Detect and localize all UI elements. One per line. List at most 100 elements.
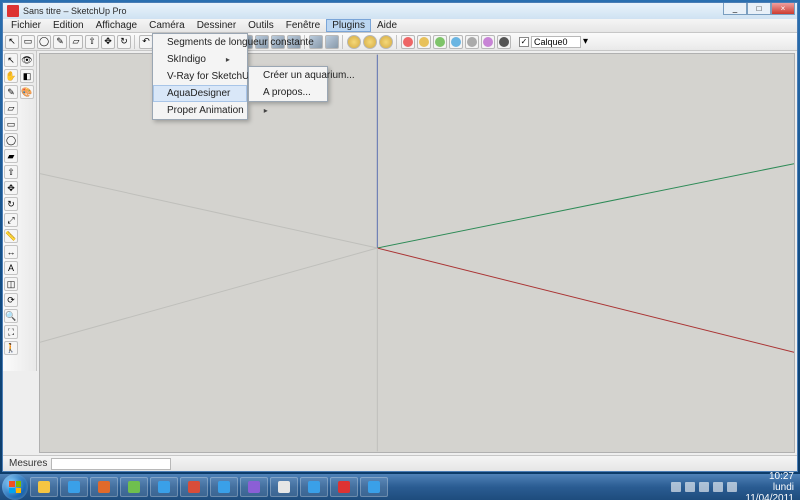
menu-affichage[interactable]: Affichage [90, 19, 144, 32]
swatch-icon[interactable] [417, 35, 431, 49]
taskbar-app-button[interactable] [120, 477, 148, 497]
submenu-item-create-aquarium[interactable]: Créer un aquarium... [249, 67, 327, 84]
toolbar-separator [396, 35, 398, 49]
taskbar-app-icon [68, 481, 80, 493]
window-title: Sans titre – SketchUp Pro [23, 6, 127, 16]
tool-line-icon[interactable]: ✎ [4, 85, 18, 99]
tool-look-icon[interactable]: 👁 [20, 53, 34, 67]
taskbar-clock[interactable]: 10:27 lundi 11/04/2011 [745, 471, 794, 500]
tool-circle-icon[interactable]: ◯ [4, 133, 18, 147]
swatch-icon[interactable] [465, 35, 479, 49]
tool-move-icon[interactable]: ✥ [4, 181, 18, 195]
plugin-item-segments[interactable]: Segments de longueur constante [153, 34, 247, 51]
tool-rotate-icon[interactable]: ↻ [117, 35, 131, 49]
submenu-item-about[interactable]: A propos... [249, 84, 327, 101]
tool-eraser-icon[interactable]: ▱ [69, 35, 83, 49]
plugin-item-skindigo[interactable]: SkIndigo ▸ [153, 51, 247, 68]
tool-eraser-icon[interactable]: ▱ [4, 101, 18, 115]
taskbar-app-button[interactable] [330, 477, 358, 497]
layer-visible-checkbox[interactable]: ✓ [519, 37, 529, 47]
tray-icon[interactable] [671, 482, 681, 492]
plugins-dropdown: Segments de longueur constante SkIndigo … [152, 33, 248, 120]
minimize-button[interactable]: _ [723, 3, 747, 15]
tray-network-icon[interactable] [713, 482, 723, 492]
vray-rt-icon[interactable] [379, 35, 393, 49]
menu-outils[interactable]: Outils [242, 19, 280, 32]
tool-line-icon[interactable]: ✎ [53, 35, 67, 49]
swatch-icon[interactable] [433, 35, 447, 49]
tool-move-icon[interactable]: ✥ [101, 35, 115, 49]
layer-selector[interactable]: ✓ ▾ [519, 36, 588, 48]
taskbar-app-button[interactable] [60, 477, 88, 497]
plugin-item-aquadesigner[interactable]: AquaDesigner ▸ [153, 85, 247, 102]
taskbar-app-icon [158, 481, 170, 493]
tool-scale-icon[interactable]: ⤢ [4, 213, 18, 227]
taskbar-app-icon [368, 481, 380, 493]
layer-name-input[interactable] [531, 36, 581, 48]
tool-text-icon[interactable]: A [4, 261, 18, 275]
taskbar-app-button[interactable] [150, 477, 178, 497]
menu-fenetre[interactable]: Fenêtre [280, 19, 326, 32]
taskbar-app-button[interactable] [210, 477, 238, 497]
tool-walk-icon[interactable]: 🚶 [4, 341, 18, 355]
taskbar-app-button[interactable] [270, 477, 298, 497]
swatch-icon[interactable] [481, 35, 495, 49]
measure-input[interactable] [51, 458, 171, 470]
taskbar-app-button[interactable] [300, 477, 328, 497]
tool-dim-icon[interactable]: ↔ [4, 245, 18, 259]
tool-circle-icon[interactable]: ◯ [37, 35, 51, 49]
start-button[interactable] [2, 474, 28, 500]
tool-push-icon[interactable]: ⇧ [85, 35, 99, 49]
taskbar-app-button[interactable] [360, 477, 388, 497]
tool-rect-icon[interactable]: ▭ [4, 117, 18, 131]
clock-day: lundi [745, 482, 794, 493]
tool-orbit-icon[interactable]: ⟳ [4, 293, 18, 307]
style-wire-icon[interactable] [325, 35, 339, 49]
menu-plugins[interactable]: Plugins [326, 19, 371, 32]
tool-tape-icon[interactable]: 📏 [4, 229, 18, 243]
swatch-icon[interactable] [401, 35, 415, 49]
taskbar-app-button[interactable] [90, 477, 118, 497]
taskbar-app-icon [188, 481, 200, 493]
tool-component-icon[interactable]: ◧ [20, 69, 34, 83]
top-toolbar: ↖ ▭ ◯ ✎ ▱ ⇧ ✥ ↻ ↶ ↷ [3, 33, 797, 51]
tool-zoom-extents-icon[interactable]: ⛶ [4, 325, 18, 339]
taskbar-app-button[interactable] [240, 477, 268, 497]
toolbar-separator [134, 35, 136, 49]
vray-render-icon[interactable] [347, 35, 361, 49]
vray-options-icon[interactable] [363, 35, 377, 49]
tool-rect-icon[interactable]: ▭ [21, 35, 35, 49]
dd-label: Créer un aquarium... [263, 70, 355, 81]
close-button[interactable]: × [771, 3, 795, 15]
tool-select-icon[interactable]: ↖ [4, 53, 18, 67]
tray-icon[interactable] [685, 482, 695, 492]
windows-logo-icon [9, 481, 21, 493]
tool-section-icon[interactable]: ◫ [4, 277, 18, 291]
taskbar-app-button[interactable] [180, 477, 208, 497]
menu-edition[interactable]: Edition [47, 19, 90, 32]
tool-undo-icon[interactable]: ↶ [139, 35, 153, 49]
swatch-icon[interactable] [497, 35, 511, 49]
menu-aide[interactable]: Aide [371, 19, 403, 32]
tool-zoom-icon[interactable]: 🔍 [4, 309, 18, 323]
layer-dropdown-icon[interactable]: ▾ [583, 36, 588, 47]
taskbar-app-button[interactable] [30, 477, 58, 497]
plugin-item-properanimation[interactable]: Proper Animation ▸ [153, 102, 247, 119]
taskbar-app-icon [218, 481, 230, 493]
tool-rotate-icon[interactable]: ↻ [4, 197, 18, 211]
tool-bucket-icon[interactable]: ▰ [4, 149, 18, 163]
titlebar[interactable]: Sans titre – SketchUp Pro _ □ × [3, 3, 797, 19]
maximize-button[interactable]: □ [747, 3, 771, 15]
tool-paint-icon[interactable]: 🎨 [20, 85, 34, 99]
tray-volume-icon[interactable] [727, 482, 737, 492]
menu-fichier[interactable]: Fichier [5, 19, 47, 32]
menu-dessiner[interactable]: Dessiner [191, 19, 242, 32]
toolbar-separator [342, 35, 344, 49]
tool-select-icon[interactable]: ↖ [5, 35, 19, 49]
swatch-icon[interactable] [449, 35, 463, 49]
tray-icon[interactable] [699, 482, 709, 492]
tool-push-icon[interactable]: ⇧ [4, 165, 18, 179]
plugin-item-vray[interactable]: V-Ray for SketchUp ▸ [153, 68, 247, 85]
tool-pan-icon[interactable]: ✋ [4, 69, 18, 83]
menu-camera[interactable]: Caméra [143, 19, 191, 32]
